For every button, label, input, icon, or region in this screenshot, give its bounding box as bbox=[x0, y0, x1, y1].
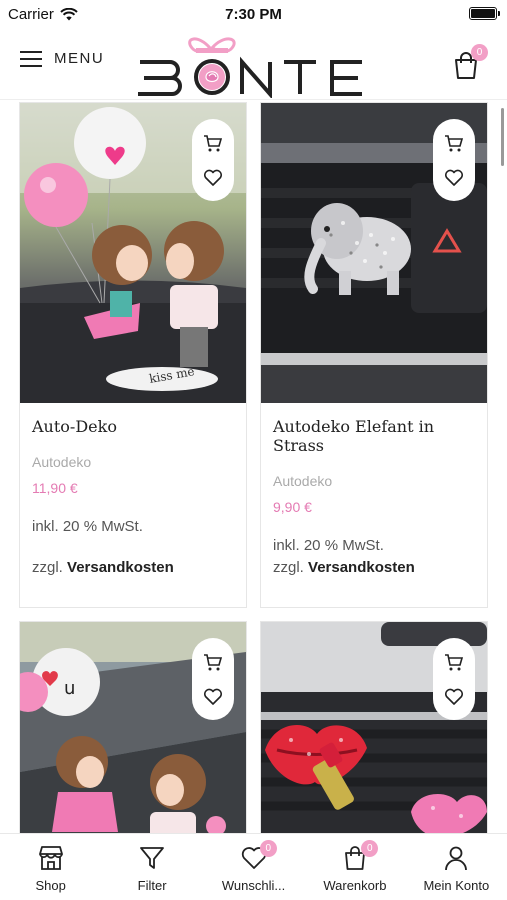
product-image[interactable]: u bbox=[20, 622, 246, 833]
product-title[interactable]: Auto-Deko bbox=[32, 417, 234, 436]
cart-icon bbox=[445, 653, 464, 670]
shop-icon bbox=[38, 846, 63, 870]
shipping-note: zzgl. Versandkosten bbox=[32, 559, 174, 576]
tab-label: Mein Konto bbox=[423, 878, 490, 893]
quick-actions bbox=[192, 638, 234, 720]
product-card[interactable]: Autodeko Elefant in Strass Autodeko 9,90… bbox=[260, 102, 488, 608]
shipping-note: zzgl. Versandkosten bbox=[273, 559, 415, 576]
shipping-prefix: zzgl. bbox=[32, 559, 63, 576]
tab-label: Warenkorb bbox=[323, 878, 387, 893]
add-to-cart-button[interactable] bbox=[442, 131, 466, 155]
tab-cart[interactable]: 0 Warenkorb bbox=[304, 834, 405, 900]
tab-wishlist[interactable]: 0 Wunschli... bbox=[203, 834, 304, 900]
tab-shop[interactable]: Shop bbox=[0, 834, 101, 900]
tab-label: Shop bbox=[35, 878, 66, 893]
add-to-wishlist-button[interactable] bbox=[201, 166, 225, 190]
heart-icon bbox=[203, 169, 223, 186]
shipping-prefix: zzgl. bbox=[273, 559, 304, 576]
svg-text:u: u bbox=[64, 678, 75, 699]
filter-icon bbox=[140, 847, 165, 869]
tab-account[interactable]: Mein Konto bbox=[406, 834, 507, 900]
product-price: 11,90 € bbox=[32, 480, 78, 496]
app-header: MENU 0 bbox=[0, 30, 507, 100]
header-cart-button[interactable]: 0 bbox=[453, 44, 488, 79]
tab-label: Filter bbox=[137, 878, 167, 893]
product-info: Auto-Deko Autodeko 11,90 € inkl. 20 % Mw… bbox=[20, 403, 246, 607]
add-to-cart-button[interactable] bbox=[201, 131, 225, 155]
heart-icon bbox=[444, 688, 464, 705]
add-to-wishlist-button[interactable] bbox=[442, 685, 466, 709]
tab-label: Wunschli... bbox=[221, 878, 286, 893]
cart-icon bbox=[204, 134, 223, 151]
shipping-costs-link[interactable]: Versandkosten bbox=[67, 559, 174, 576]
tax-note: inkl. 20 % MwSt. bbox=[273, 537, 384, 554]
bonte-logo[interactable] bbox=[136, 30, 372, 98]
menu-button[interactable]: MENU bbox=[20, 50, 104, 67]
cart-icon bbox=[445, 134, 464, 151]
cart-icon bbox=[204, 653, 223, 670]
quick-actions bbox=[433, 119, 475, 201]
add-to-wishlist-button[interactable] bbox=[201, 685, 225, 709]
product-price: 9,90 € bbox=[273, 499, 312, 515]
add-to-cart-button[interactable] bbox=[201, 650, 225, 674]
product-card[interactable]: u bbox=[19, 621, 247, 833]
product-card[interactable]: kiss me Auto-Deko Autodeko 11,90 € inkl.… bbox=[19, 102, 247, 608]
tax-note: inkl. 20 % MwSt. bbox=[32, 518, 143, 535]
cart-count-badge: 0 bbox=[361, 840, 379, 857]
heart-icon bbox=[444, 169, 464, 186]
tab-filter[interactable]: Filter bbox=[101, 834, 202, 900]
status-bar: Carrier 7:30 PM bbox=[0, 0, 507, 30]
hamburger-icon bbox=[20, 50, 42, 67]
product-image[interactable]: kiss me bbox=[20, 103, 246, 403]
menu-label: MENU bbox=[54, 50, 105, 67]
battery-icon bbox=[469, 7, 500, 20]
product-category[interactable]: Autodeko bbox=[273, 473, 475, 489]
wishlist-count-badge: 0 bbox=[259, 840, 277, 857]
clock: 7:30 PM bbox=[225, 6, 282, 23]
heart-icon bbox=[203, 688, 223, 705]
user-icon bbox=[445, 846, 468, 871]
quick-actions bbox=[192, 119, 234, 201]
gift-bow-icon bbox=[188, 37, 236, 53]
product-image[interactable] bbox=[261, 103, 487, 403]
shipping-costs-link[interactable]: Versandkosten bbox=[308, 559, 415, 576]
product-grid: kiss me Auto-Deko Autodeko 11,90 € inkl.… bbox=[0, 100, 507, 833]
product-title[interactable]: Autodeko Elefant in Strass bbox=[273, 417, 475, 455]
cart-count-badge: 0 bbox=[471, 44, 488, 61]
add-to-cart-button[interactable] bbox=[442, 650, 466, 674]
product-info: Autodeko Elefant in Strass Autodeko 9,90… bbox=[261, 403, 487, 607]
product-card[interactable] bbox=[260, 621, 488, 833]
product-category[interactable]: Autodeko bbox=[32, 454, 234, 470]
quick-actions bbox=[433, 638, 475, 720]
add-to-wishlist-button[interactable] bbox=[442, 166, 466, 190]
scroll-indicator[interactable] bbox=[501, 108, 504, 166]
product-image[interactable] bbox=[261, 622, 487, 833]
bottom-tab-bar: Shop Filter 0 Wunschli... 0 Warenkorb Me… bbox=[0, 833, 507, 900]
